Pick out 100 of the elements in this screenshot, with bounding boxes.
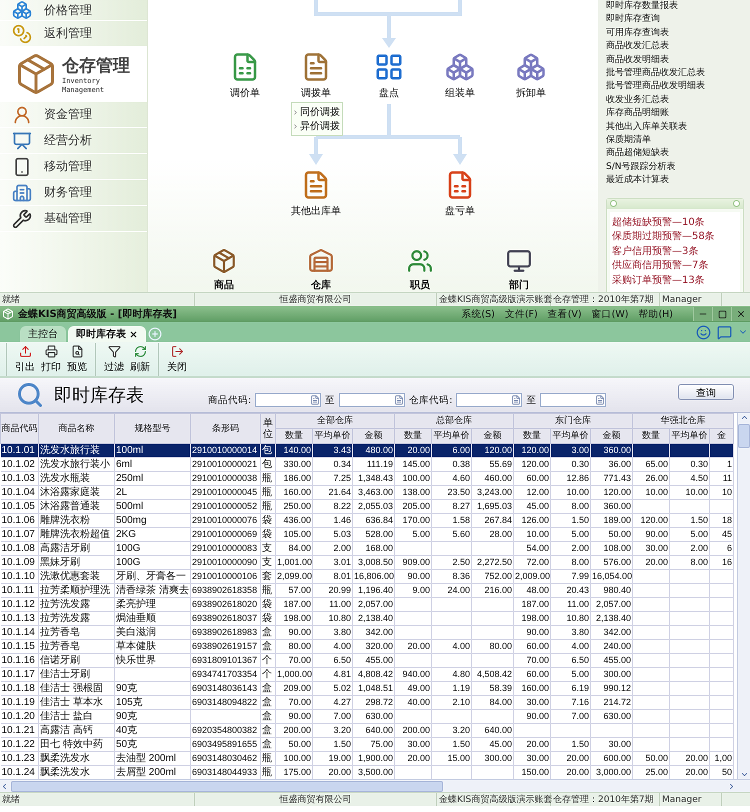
report-link[interactable]: 商品超储短缺表 — [606, 147, 750, 161]
table-row[interactable]: 10.1.19 佳洁士 草本水 105克 6903148094822 盒 70.00 4.27 298.72 40.00 2.10 84.00 30.00 7.16 214.72 — [0, 696, 734, 710]
table-row[interactable]: 10.1.01 洗发水旅行装 100ml 2910010000014 包 140.00 3.43 480.00 20.00 6.00 120.00 120.00 3.00 360.00 — [0, 444, 734, 458]
scroll-thumb[interactable] — [738, 424, 750, 448]
menu-item[interactable]: 同价调拨 — [292, 105, 342, 119]
scroll-up-icon[interactable] — [740, 413, 748, 422]
input-field[interactable] — [540, 393, 606, 407]
toolbar-button[interactable]: 刷新 — [128, 342, 152, 376]
menu-item[interactable]: 窗口(W) — [592, 308, 628, 320]
report-link[interactable]: 商品收发明细表 — [606, 54, 750, 68]
status-text: 仓存管理：2010年第7期 — [551, 793, 660, 806]
table-row[interactable]: 10.1.11 拉芳柔顺护理洗 清香绿茶 清爽去 6938902618358 瓶 57.00 20.99 1,196.40 9.00 24.00 216.00 48.00 20.43 980.40 — [0, 584, 734, 598]
tab[interactable]: 即时库存表 — [68, 326, 146, 342]
report-link[interactable]: 可用库存查询表 — [606, 26, 750, 40]
table-row[interactable]: 10.1.22 田七 特效中药 50克 6903495891655 盒 50.00 1.50 75.00 30.00 1.50 45.00 20.00 1.50 30.00 — [0, 738, 734, 752]
menu-item[interactable]: 异价调拨 — [292, 119, 342, 133]
status-text: Manager — [660, 793, 722, 806]
filter-label: 至 — [325, 394, 336, 406]
table-row[interactable]: 10.1.20 佳洁士 盐白 90克 盒 90.00 7.00 630.00 90.00 7.00 630.00 — [0, 710, 734, 724]
maximize-button[interactable] — [712, 307, 731, 321]
table-row[interactable]: 10.1.07 雕牌洗衣粉超值 2KG 2910010000069 袋 105.00 5.03 528.00 5.00 5.60 28.00 10.00 5.00 50.00 90.00 5.00 45 — [0, 528, 734, 542]
report-link[interactable]: 批号管理商品收发汇总表 — [606, 67, 750, 80]
lookup-icon[interactable] — [511, 395, 522, 405]
toolbar-button[interactable]: 引出 — [13, 342, 37, 376]
toolbar-button[interactable]: 预览 — [65, 342, 89, 376]
column-header: 规格型号 — [114, 414, 190, 444]
table-row[interactable]: 10.1.10 洗漱优惠套装 牙刷、牙膏各一 2910010000106 套 2,099.00 8.01 16,806.00 90.00 8.36 752.00 2,009.00 7.99 16,054.00 — [0, 570, 734, 584]
table-row[interactable]: 10.1.24 飘柔洗发水 去屑型 200ml 6903148044933 瓶 175.00 20.00 3,500.00 150.00 20.00 3,000.00 25.00 20.00 50 — [0, 766, 734, 779]
close-icon[interactable] — [129, 330, 138, 338]
toolbar-button[interactable]: 过滤 — [102, 342, 126, 376]
column-header: 数量 — [632, 428, 670, 444]
query-button[interactable]: 查询 — [678, 384, 734, 400]
flow-node[interactable]: 盘亏单 — [422, 170, 498, 218]
scroll-thumb[interactable] — [11, 780, 443, 792]
dot-icon — [610, 200, 617, 208]
menu-item[interactable]: 帮助(H) — [638, 308, 673, 320]
tab[interactable]: 主控台 — [20, 326, 66, 342]
table-row[interactable]: 10.1.13 拉芳洗发露 焗油垂顺 6938902618037 袋 198.00 10.80 2,138.40 198.00 10.80 2,138.40 — [0, 612, 734, 626]
lookup-icon[interactable] — [394, 395, 404, 405]
horizontal-scrollbar[interactable] — [0, 779, 750, 792]
board-icon — [374, 52, 404, 82]
alert-link[interactable]: 保质期过期预警—58条 — [612, 230, 738, 245]
menu-item[interactable]: 文件(F) — [504, 308, 538, 320]
report-link[interactable]: 保质期清单 — [606, 134, 750, 148]
report-link[interactable]: 商品收发汇总表 — [606, 40, 750, 54]
shortcut-node[interactable]: 部门 — [481, 248, 557, 292]
menu-item[interactable]: 系统(S) — [461, 308, 495, 320]
table-row[interactable]: 10.1.21 高露洁 高钙 40克 6920354800382 盒 200.00 3.20 640.00 200.00 3.20 640.00 — [0, 724, 734, 738]
table-row[interactable]: 10.1.15 拉芳香皂 草本健肤 6938902619157 盒 80.00 4.00 320.00 20.00 4.00 80.00 60.00 4.00 240.00 — [0, 640, 734, 654]
lookup-icon[interactable] — [595, 395, 606, 405]
column-header: 华强北仓库 — [632, 414, 734, 428]
vertical-scrollbar[interactable] — [737, 413, 750, 779]
search-icon — [16, 381, 44, 409]
report-link[interactable]: 最近成本计算表 — [606, 174, 750, 188]
table-row[interactable]: 10.1.16 信诺牙刷 快乐世界 6931809101367 个 70.00 6.50 455.00 70.00 6.50 455.00 — [0, 654, 734, 668]
toolbar-button[interactable]: 关闭 — [165, 342, 189, 376]
report-link[interactable]: S/N号跟踪分析表 — [606, 160, 750, 174]
sidebar-item[interactable]: 价格管理 — [0, 0, 147, 21]
alert-link[interactable]: 客户信用预警—3条 — [612, 244, 738, 260]
table-row[interactable]: 10.1.12 拉芳洗发露 柔亮护理 6938902618020 袋 187.00 11.00 2,057.00 187.00 11.00 2,057.00 — [0, 598, 734, 612]
shortcut-node[interactable]: 商品 — [186, 248, 262, 292]
bullet-icon — [292, 108, 299, 116]
table-row[interactable]: 10.1.18 佳洁士 强根固 90克 6903148036143 盒 209.00 5.02 1,048.51 49.00 1.19 58.39 160.00 6.19 990.12 — [0, 682, 734, 696]
table-row[interactable]: 10.1.14 拉芳香皂 美白滋润 6938902618983 盒 90.00 3.80 342.00 90.00 3.80 342.00 — [0, 626, 734, 640]
cubes-icon — [516, 52, 546, 82]
shortcut-node[interactable]: 职员 — [382, 248, 458, 292]
close-button[interactable] — [731, 307, 750, 321]
report-link[interactable]: 即时库存数量报表 — [606, 0, 750, 14]
table-row[interactable]: 10.1.23 飘柔洗发水 去油型 200ml 6903148030462 瓶 100.00 19.00 1,900.00 20.00 15.00 300.00 30.00 20.00 600.00 50.00 20.00 1,00 — [0, 752, 734, 766]
input-field[interactable] — [339, 393, 406, 407]
table-row[interactable]: 10.1.05 沐浴露普通装 500ml 2910010000052 瓶 250.00 8.22 2,055.03 205.00 8.27 1,695.03 45.00 8.00 360.00 — [0, 500, 734, 514]
alert-link[interactable]: 供应商信用预警—7条 — [612, 259, 738, 274]
scroll-right-icon[interactable] — [727, 782, 736, 790]
report-link[interactable]: 其他出入库单关联表 — [606, 120, 750, 134]
alert-link[interactable]: 采购订单预警—13条 — [612, 274, 738, 288]
scroll-left-icon[interactable] — [0, 782, 9, 790]
shortcut-node[interactable]: 仓库 — [283, 248, 359, 292]
menu-item[interactable]: 查看(V) — [548, 308, 582, 320]
report-link[interactable]: 收发业务汇总表 — [606, 94, 750, 108]
report-link[interactable]: 库存商品明细账 — [606, 107, 750, 121]
column-header: 平均单价 — [432, 428, 472, 444]
toolbar-button[interactable]: 打印 — [39, 342, 63, 376]
report-link[interactable]: 批号管理商品收发明细表 — [606, 80, 750, 94]
lookup-icon[interactable] — [310, 395, 320, 405]
flow-node[interactable]: 其他出库单 — [278, 170, 354, 218]
smiley-icon[interactable] — [696, 324, 711, 340]
table-row[interactable]: 10.1.06 雕牌洗衣粉 500mg 2910010000076 袋 436.00 1.46 636.84 170.00 1.58 267.84 126.00 1.50 189.00 120.00 1.50 18 — [0, 514, 734, 528]
report-link[interactable]: 即时库存查询 — [606, 13, 750, 27]
alert-link[interactable]: 超储短缺预警—10条 — [612, 216, 738, 230]
scroll-down-icon[interactable] — [740, 770, 748, 779]
table-row[interactable]: 10.1.08 高露洁牙刷 100G 2910010000083 支 84.00 2.00 168.00 54.00 2.00 108.00 30.00 2.00 6 — [0, 542, 734, 556]
minimize-button[interactable] — [693, 307, 712, 321]
table-row[interactable]: 10.1.03 洗发水瓶装 250ml 2910010000038 瓶 186.00 7.25 1,348.43 100.00 4.60 460.00 60.00 12.86 771.43 26.00 4.50 11 — [0, 472, 734, 486]
filter-label: 至 — [526, 394, 536, 406]
input-field[interactable] — [255, 393, 322, 407]
table-row[interactable]: 10.1.17 佳洁士牙刷 6934741703354 个 1,000.00 4.81 4,808.42 940.00 4.80 4,508.42 60.00 5.00 300.00 — [0, 668, 734, 682]
table-row[interactable]: 10.1.09 黑妹牙刷 100G 2910010000090 支 1,001.00 3.01 3,008.50 909.00 2.50 2,272.50 72.00 8.00 576.00 20.00 8.00 16 — [0, 556, 734, 570]
table-row[interactable]: 10.1.04 沐浴露家庭装 2L 2910010000045 瓶 160.00 21.64 3,463.00 138.00 23.50 3,243.00 12.00 10.00 120.00 10.00 10.00 10 — [0, 486, 734, 500]
table-row[interactable]: 10.1.02 洗发水旅行装小 6ml 2910010000021 包 330.00 0.34 111.19 145.00 0.38 55.69 120.00 0.30 36.00 65.00 0.30 1 — [0, 458, 734, 472]
input-field[interactable] — [456, 393, 522, 407]
